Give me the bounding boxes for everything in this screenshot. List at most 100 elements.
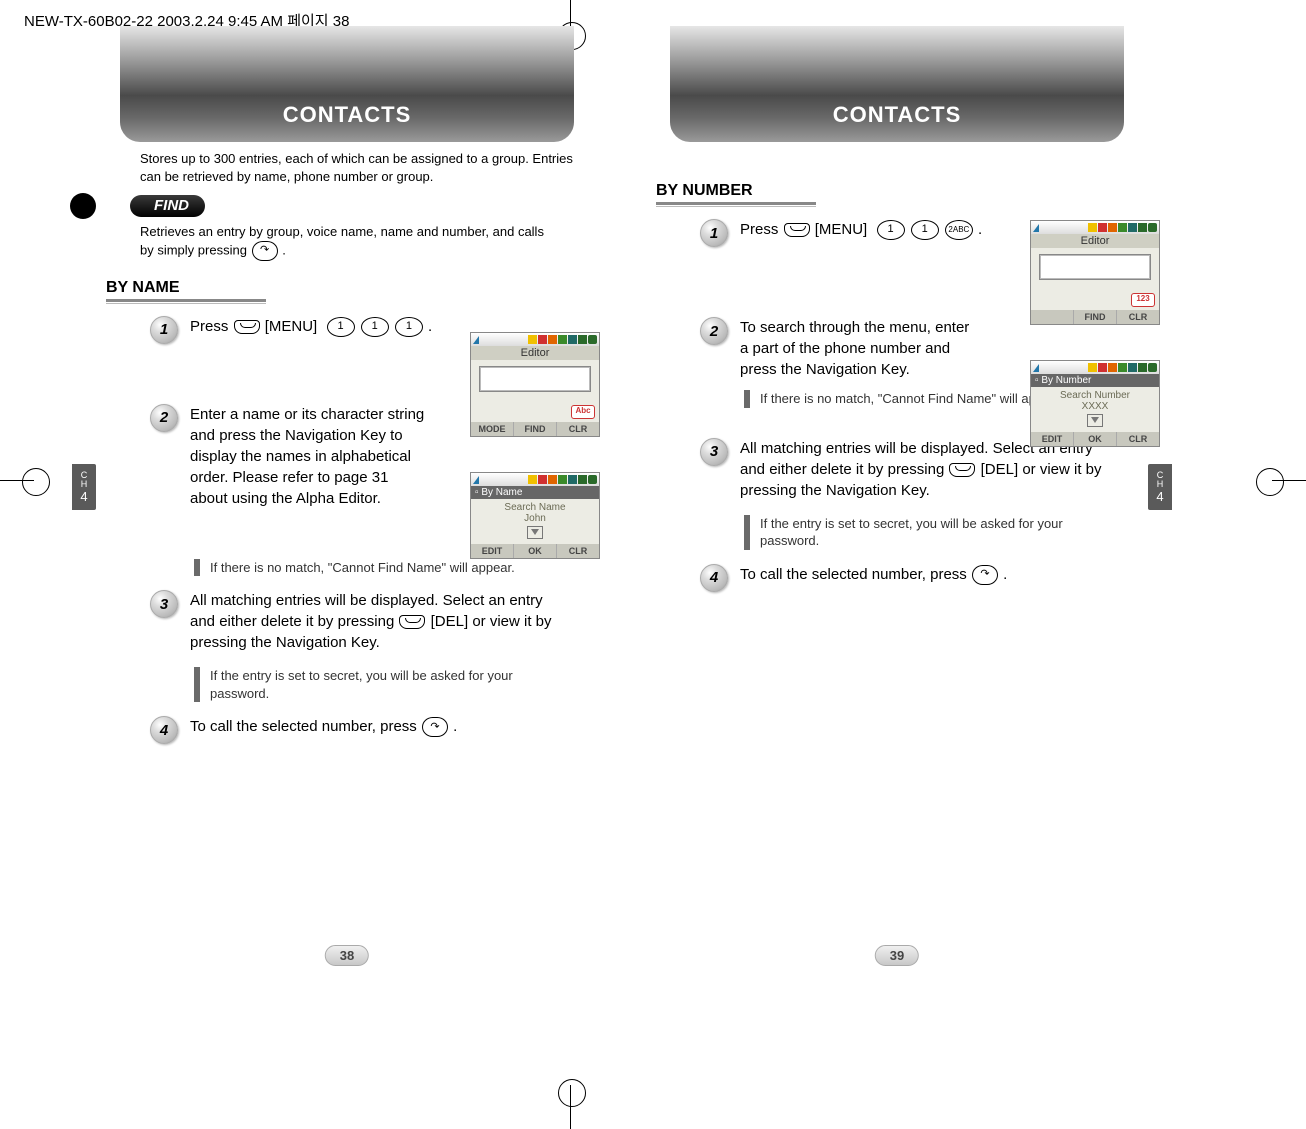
section-heading-by-number: BY NUMBER [656,182,753,200]
softkey: MODE [471,422,513,436]
phone-list-body: Search Number XXXX [1031,387,1159,432]
softkey: EDIT [1031,432,1073,446]
t: Press [190,318,228,335]
key-1-icon: 1 [395,317,423,337]
status-icons [527,335,597,344]
intro-text: Stores up to 300 entries, each of which … [140,150,590,185]
chapter-tab: C H 4 [72,464,96,510]
input-mode-badge: 123 [1131,293,1155,307]
phone-list-header: ▫ By Number [1031,374,1159,387]
note-bar-icon [194,559,200,577]
page-right: CONTACTS BY NUMBER 1 Press [MENU] 1 1 2A… [622,24,1172,964]
nav-down-icon [1087,414,1103,427]
t: Press [740,221,778,238]
softkey-icon [399,615,425,629]
signal-icon [473,336,479,344]
t: . [453,718,457,735]
step-number: 4 [700,564,728,592]
phone-softkeys: EDIT OK CLR [471,544,599,558]
t: Search Number [1031,390,1159,401]
softkey: OK [1073,432,1116,446]
signal-icon [1033,364,1039,372]
find-heading: FIND [130,195,205,217]
find-bullet-icon [70,193,96,219]
step-text: To call the selected number, press . [740,564,1007,585]
phone-screenshot-editor: Editor 123 FIND CLR [1030,220,1160,325]
k: 1 [887,222,893,237]
crop-mark-bottom [570,1099,590,1129]
t: 4 [1156,490,1163,504]
step-text: Press [MENU] 1 1 1 . [190,316,432,337]
k: 1 [406,319,412,334]
step-3: 3 All matching entries will be displayed… [150,590,610,653]
note-text: If there is no match, "Cannot Find Name"… [760,390,1065,408]
page-number: 38 [325,945,369,966]
page-left: CONTACTS Stores up to 300 entries, each … [72,24,622,964]
softkey: CLR [556,422,599,436]
softkey: FIND [1073,310,1116,324]
k: 1 [922,222,928,237]
softkey: OK [513,544,556,558]
nav-down-icon [527,526,543,539]
page-title: CONTACTS [84,102,610,128]
header-band: CONTACTS [84,26,610,142]
phone-list-header: ▫ By Name [471,486,599,499]
t: John [471,513,599,524]
note-text: If there is no match, "Cannot Find Name"… [210,559,515,577]
softkey-icon [949,463,975,477]
t: . [978,221,982,238]
softkey-icon [784,223,810,237]
input-mode-badge: Abc [571,405,595,419]
note-bar-icon [194,667,200,702]
note: If the entry is set to secret, you will … [194,667,534,702]
key-2-icon: 2ABC [945,220,973,240]
phone-input [1039,254,1151,280]
status-icons [527,475,597,484]
t: XXXX [1031,401,1159,412]
section-heading-by-name: BY NAME [106,279,180,297]
section-rule [106,299,266,304]
note-bar-icon [744,515,750,550]
step-number: 1 [150,316,178,344]
k: 1 [337,319,343,334]
phone-screenshot-by-name: ▫ By Name Search Name John EDIT OK CLR [470,472,600,559]
phone-status-bar [471,473,599,486]
header-band: CONTACTS [634,26,1160,142]
note-text: If the entry is set to secret, you will … [760,515,1084,550]
phone-screen: Abc [471,360,599,422]
phone-status-bar [1031,361,1159,374]
crop-mark-right [1272,480,1306,500]
crop-mark-left [0,480,34,500]
t: By Number [1041,375,1091,386]
step-4: 4 To call the selected number, press . [150,716,610,744]
softkey: CLR [556,544,599,558]
page-title: CONTACTS [634,102,1160,128]
key-1-icon: 1 [361,317,389,337]
softkey-icon [234,320,260,334]
t: [MENU] [265,318,318,335]
phone-screenshot-by-number: ▫ By Number Search Number XXXX EDIT OK C… [1030,360,1160,447]
t: By Name [481,487,522,498]
page-spread: CONTACTS Stores up to 300 entries, each … [72,24,1172,964]
page-number: 39 [875,945,919,966]
find-desc-b: . [282,242,286,257]
step-text: Press [MENU] 1 1 2ABC . [740,219,982,240]
key-1-icon: 1 [877,220,905,240]
softkey: FIND [513,422,556,436]
signal-icon [1033,224,1039,232]
send-key-icon [422,717,448,737]
t: [MENU] [815,221,868,238]
phone-status-bar [1031,221,1159,234]
t: To call the selected number, press [190,718,417,735]
key-1-icon: 1 [327,317,355,337]
send-key-icon [972,565,998,585]
step-number: 1 [700,219,728,247]
find-desc-a: Retrieves an entry by group, voice name,… [140,224,544,257]
softkey: EDIT [471,544,513,558]
t: . [428,318,432,335]
step-text: Enter a name or its character string and… [190,404,430,509]
status-icons [1087,363,1157,372]
softkey: CLR [1116,310,1159,324]
softkey: CLR [1116,432,1159,446]
key-1-icon: 1 [911,220,939,240]
